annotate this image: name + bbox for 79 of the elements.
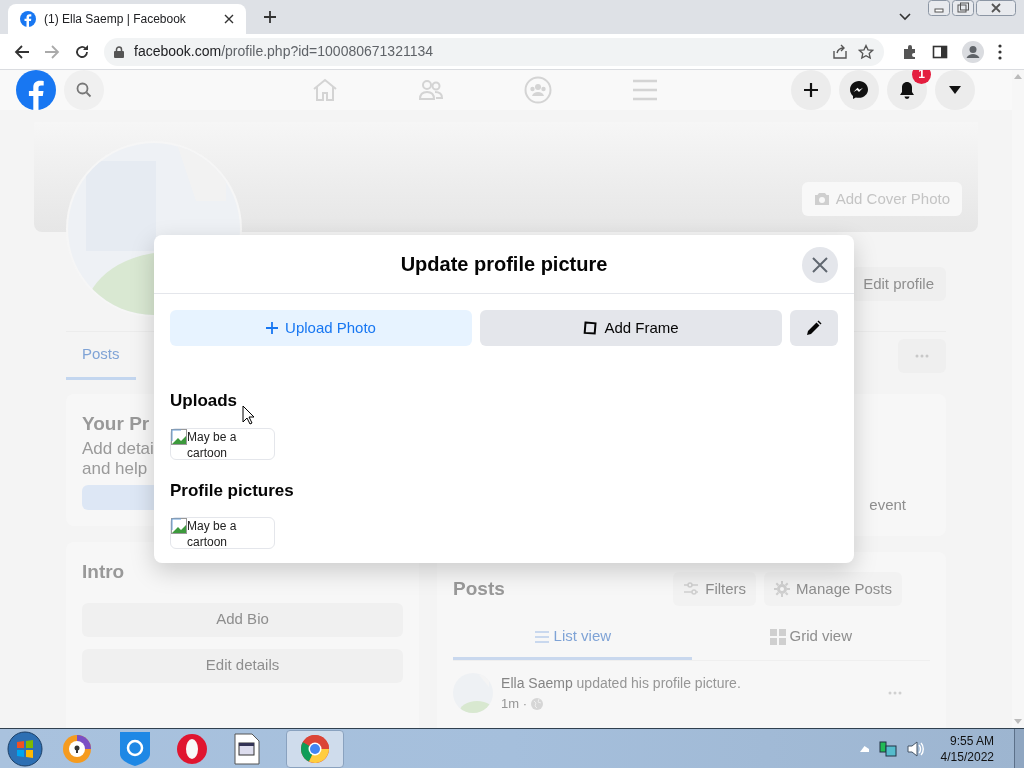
messenger-icon bbox=[849, 80, 869, 100]
card-title: Your Pr bbox=[82, 412, 150, 436]
list-icon bbox=[533, 628, 550, 645]
intro-button[interactable]: Edit details bbox=[82, 648, 404, 683]
cursor-icon bbox=[242, 405, 256, 425]
clock-date: 4/15/2022 bbox=[940, 748, 994, 765]
broken-image-icon bbox=[171, 518, 187, 534]
manage-posts-button[interactable]: Manage Posts bbox=[764, 572, 902, 606]
card-description: Add detai and help bbox=[82, 438, 154, 479]
event-text: event bbox=[869, 494, 906, 515]
lock-icon bbox=[114, 45, 124, 58]
chrome-taskbar-button[interactable] bbox=[286, 729, 344, 768]
section-heading: Profile pictures bbox=[170, 479, 294, 502]
close-window-icon[interactable] bbox=[976, 0, 1016, 16]
gear-icon bbox=[774, 581, 791, 597]
edit-button[interactable] bbox=[790, 310, 838, 346]
opera-icon[interactable] bbox=[176, 732, 208, 765]
ellipsis-icon bbox=[915, 354, 929, 358]
intro-button[interactable]: Add Bio bbox=[82, 602, 404, 637]
view-tab[interactable]: List view bbox=[453, 616, 692, 660]
image-alt-text: May be a cartoon bbox=[187, 518, 238, 550]
filters-button[interactable]: Filters bbox=[673, 572, 757, 606]
add-frame-button[interactable]: Add Frame bbox=[480, 310, 782, 346]
grid-icon bbox=[769, 628, 786, 645]
document-icon[interactable] bbox=[234, 732, 260, 765]
globe-icon bbox=[531, 697, 544, 710]
intro-title: Intro bbox=[82, 560, 125, 584]
close-icon bbox=[812, 257, 828, 273]
share-icon[interactable] bbox=[832, 43, 848, 60]
side-panel-icon[interactable] bbox=[932, 43, 948, 60]
chevron-down-icon[interactable] bbox=[899, 13, 911, 21]
close-button[interactable] bbox=[802, 247, 838, 283]
restore-icon[interactable] bbox=[952, 0, 974, 16]
edit-profile-button[interactable]: Edit profile bbox=[851, 267, 946, 301]
extensions-icon[interactable] bbox=[902, 43, 918, 60]
clock-time: 9:55 AM bbox=[949, 732, 994, 749]
bell-icon bbox=[898, 81, 916, 99]
pencil-icon bbox=[806, 320, 822, 336]
browser-tab[interactable]: (1) Ella Saemp | Facebook bbox=[8, 4, 246, 34]
star-icon[interactable] bbox=[858, 43, 874, 60]
profile-icon[interactable] bbox=[962, 40, 984, 63]
account-button[interactable] bbox=[935, 70, 975, 110]
messenger-button[interactable] bbox=[839, 70, 879, 110]
search-icon bbox=[76, 82, 92, 98]
url-text: facebook.com/profile.php?id=100080671321134 bbox=[134, 42, 435, 61]
plus-icon bbox=[803, 82, 819, 98]
notification-badge: 1 bbox=[912, 70, 931, 84]
plus-icon bbox=[266, 322, 279, 334]
post-time: 1m · bbox=[501, 695, 528, 713]
upload-photo-button[interactable]: Upload Photo bbox=[170, 310, 472, 346]
view-tab[interactable]: Grid view bbox=[691, 616, 930, 660]
more-icon[interactable] bbox=[998, 43, 1002, 60]
image-alt-text: May be a cartoon bbox=[187, 428, 238, 461]
broken-image-icon bbox=[171, 428, 187, 445]
address-bar[interactable]: facebook.com/profile.php?id=100080671321134 bbox=[104, 37, 884, 66]
camera-icon bbox=[813, 192, 830, 206]
profile-tab[interactable]: Posts bbox=[66, 332, 136, 380]
sliders-icon bbox=[683, 581, 700, 597]
start-button-icon[interactable] bbox=[7, 730, 43, 767]
create-button[interactable] bbox=[791, 70, 831, 110]
dialog-title: Update profile picture bbox=[400, 252, 608, 277]
chrome-icon bbox=[300, 733, 330, 764]
vpn-shield-icon[interactable] bbox=[120, 731, 150, 766]
reload-icon[interactable] bbox=[74, 43, 90, 60]
section-heading: Uploads bbox=[170, 390, 238, 412]
close-icon[interactable] bbox=[224, 14, 234, 24]
back-icon[interactable] bbox=[14, 43, 30, 60]
volume-icon[interactable] bbox=[906, 740, 925, 757]
posts-title: Posts bbox=[453, 576, 505, 601]
tab-title: (1) Ella Saemp | Facebook bbox=[44, 11, 187, 28]
frame-icon bbox=[583, 321, 598, 335]
new-tab-icon[interactable] bbox=[263, 10, 277, 24]
network-icon[interactable] bbox=[878, 739, 897, 758]
show-desktop-button[interactable] bbox=[1014, 728, 1024, 768]
caret-down-icon bbox=[949, 86, 961, 94]
post-headline: Ella Saemp updated his profile picture. bbox=[501, 674, 741, 693]
facebook-logo-icon[interactable] bbox=[16, 70, 56, 110]
facebook-favicon-icon bbox=[20, 11, 36, 27]
search-button[interactable] bbox=[64, 70, 104, 110]
